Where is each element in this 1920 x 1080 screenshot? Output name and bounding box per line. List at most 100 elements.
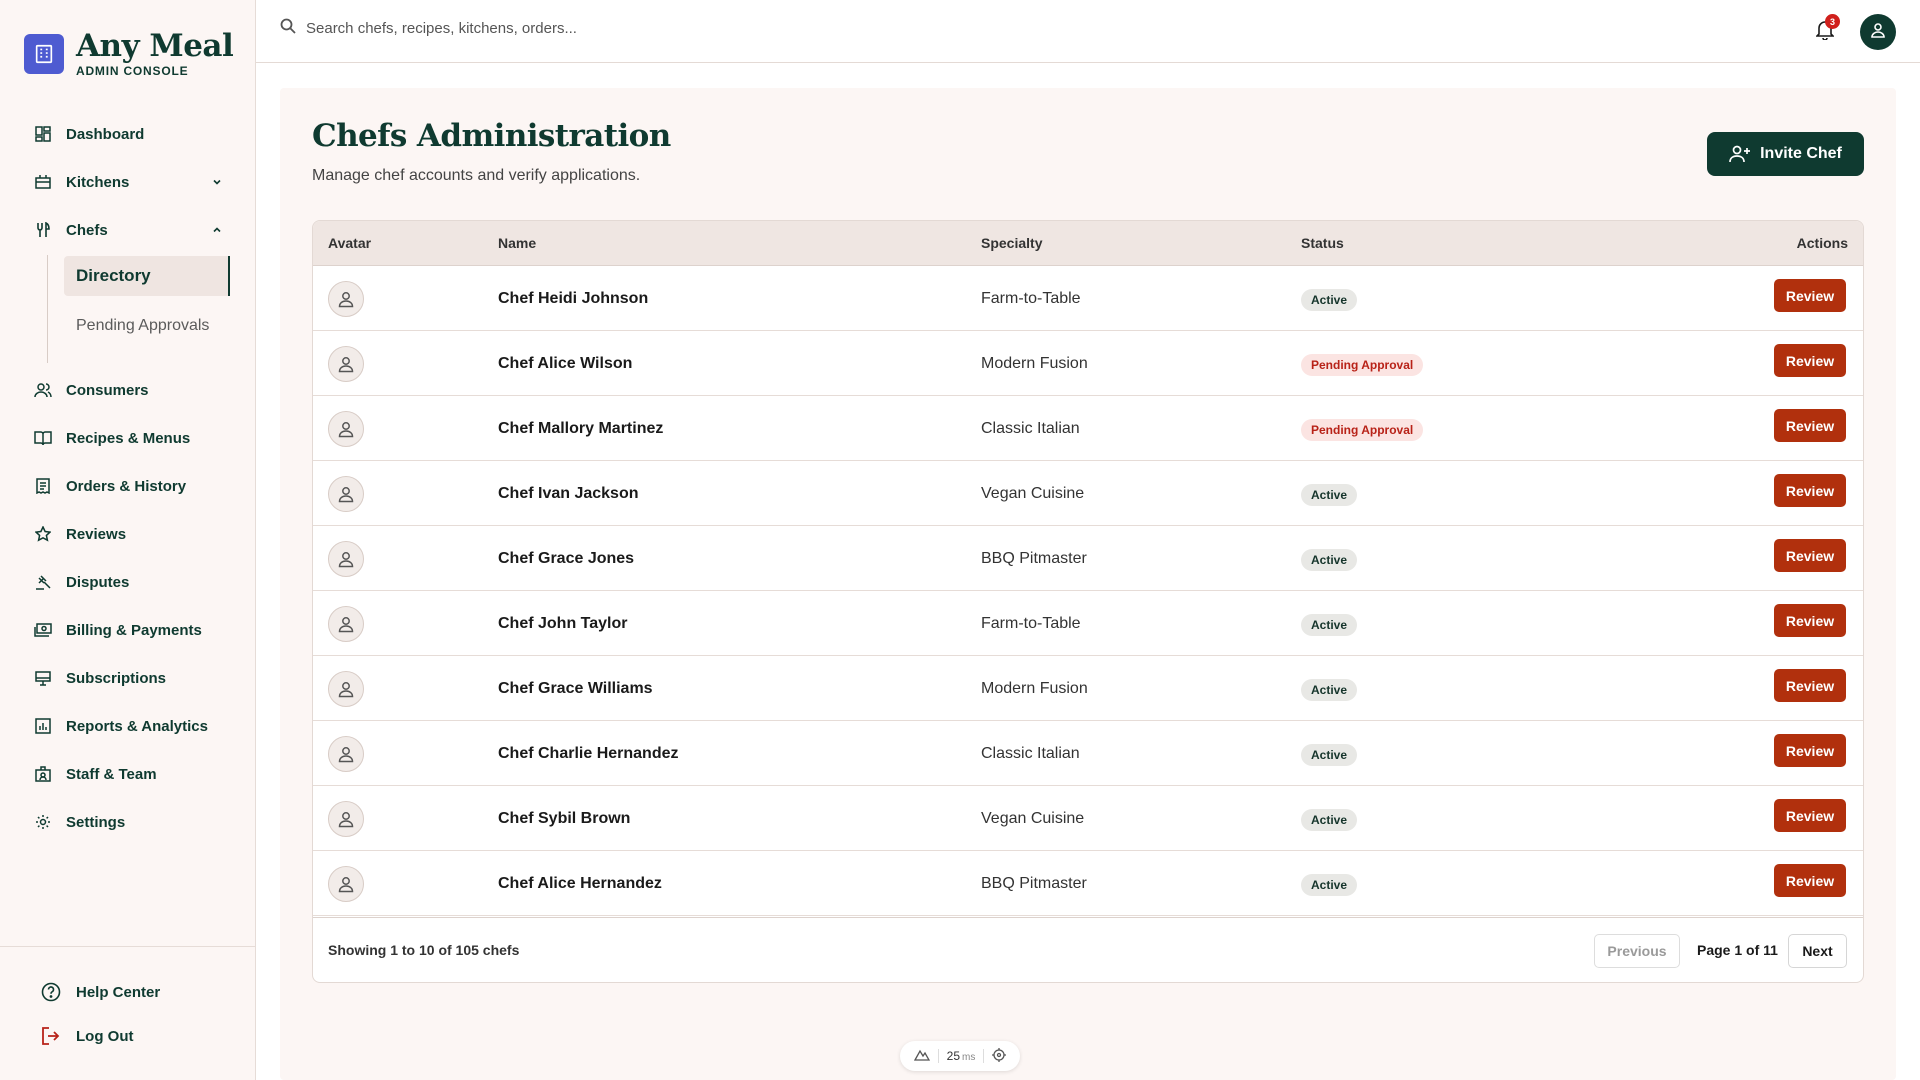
column-header-avatar: Avatar [328, 235, 372, 251]
review-button[interactable]: Review [1774, 474, 1846, 507]
status-badge: Active [1301, 484, 1358, 506]
utensils-icon [34, 221, 52, 239]
notification-count-badge: 3 [1825, 14, 1840, 29]
chef-name: Chef Sybil Brown [498, 810, 631, 827]
review-button[interactable]: Review [1774, 279, 1846, 312]
sidebar-item-label: Disputes [66, 573, 130, 591]
chef-name: Chef Charlie Hernandez [498, 745, 679, 762]
add-user-icon [1729, 145, 1751, 163]
sidebar: Any Meal ADMIN CONSOLE Dashboard Kitchen… [0, 0, 256, 1080]
review-button[interactable]: Review [1774, 604, 1846, 637]
sidebar-item-label: Consumers [66, 381, 149, 399]
chef-specialty: Farm-to-Table [981, 290, 1081, 307]
performance-indicator: 25 ms [900, 1041, 1020, 1071]
sidebar-item-reports[interactable]: Reports & Analytics [34, 706, 224, 746]
sidebar-item-reviews[interactable]: Reviews [34, 514, 224, 554]
chefs-table: Avatar Name Specialty Status Actions Che… [312, 220, 1864, 983]
chef-name: Chef Ivan Jackson [498, 485, 639, 502]
table-row: Chef Mallory Martinez Classic Italian Pend… [313, 396, 1863, 461]
sidebar-item-label: Kitchens [66, 173, 130, 191]
sidebar-item-dashboard[interactable]: Dashboard [34, 114, 224, 154]
page-indicator: Page 1 of 11 [1697, 942, 1778, 958]
help-center-link[interactable]: Help Center [40, 981, 160, 1003]
column-header-status: Status [1301, 235, 1344, 251]
brand[interactable]: Any Meal ADMIN CONSOLE [24, 28, 234, 78]
sidebar-item-label: Staff & Team [66, 765, 157, 783]
chart-icon [34, 717, 52, 735]
latency-value: 25 [946, 1049, 960, 1063]
column-header-actions: Actions [1796, 235, 1848, 251]
table-row: Chef Heidi Johnson Farm-to-Table Active Rev… [313, 266, 1863, 331]
chevron-up-icon [210, 223, 224, 237]
sidebar-item-label: Chefs [66, 221, 108, 239]
table-row: Chef Charlie Hernandez Classic Italian Act… [313, 721, 1863, 786]
person-icon [338, 617, 354, 633]
search-icon [280, 18, 296, 39]
search-bar [280, 18, 680, 39]
status-badge: Active [1301, 614, 1358, 636]
sidebar-item-orders[interactable]: Orders & History [34, 466, 224, 506]
search-input[interactable] [306, 20, 666, 37]
users-icon [34, 381, 52, 399]
badge-icon [34, 765, 52, 783]
review-button[interactable]: Review [1774, 409, 1846, 442]
chef-name: Chef Alice Hernandez [498, 875, 662, 892]
divider [983, 1049, 985, 1063]
status-badge: Active [1301, 874, 1358, 896]
chef-avatar [328, 541, 364, 577]
logout-link[interactable]: Log Out [40, 1025, 133, 1047]
chef-specialty: Vegan Cuisine [981, 485, 1085, 502]
chef-specialty: BBQ Pitmaster [981, 875, 1087, 892]
person-icon [338, 812, 354, 828]
sidebar-item-disputes[interactable]: Disputes [34, 562, 224, 602]
sidebar-item-kitchens[interactable]: Kitchens [34, 162, 224, 202]
invite-chef-button[interactable]: Invite Chef [1707, 132, 1864, 176]
chef-name: Chef John Taylor [498, 615, 628, 632]
review-button[interactable]: Review [1774, 734, 1846, 767]
latency-unit: ms [962, 1052, 976, 1063]
sidebar-item-staff[interactable]: Staff & Team [34, 754, 224, 794]
person-icon [338, 552, 354, 568]
sidebar-item-billing[interactable]: Billing & Payments [34, 610, 224, 650]
chef-name: Chef Grace Williams [498, 680, 653, 697]
table-row: Chef Ivan Jackson Vegan Cuisine Active Revi… [313, 461, 1863, 526]
chef-specialty: BBQ Pitmaster [981, 550, 1087, 567]
chef-avatar [328, 281, 364, 317]
help-icon [40, 981, 62, 1003]
sidebar-item-recipes[interactable]: Recipes & Menus [34, 418, 224, 458]
review-button[interactable]: Review [1774, 344, 1846, 377]
target-icon[interactable] [992, 1047, 1007, 1065]
person-icon [338, 877, 354, 893]
page-title: Chefs Administration [312, 118, 671, 154]
chef-avatar [328, 476, 364, 512]
sidebar-subitem-pending-approvals[interactable]: Pending Approvals [64, 306, 230, 346]
status-badge: Active [1301, 679, 1358, 701]
previous-page-button[interactable]: Previous [1594, 934, 1680, 968]
chef-avatar [328, 866, 364, 902]
invite-chef-label: Invite Chef [1760, 145, 1842, 162]
gavel-icon [34, 573, 52, 591]
main-content: Chefs Administration Manage chef account… [280, 88, 1896, 1080]
latency-readout: 25 ms [947, 1049, 976, 1063]
sidebar-item-subscriptions[interactable]: Subscriptions [34, 658, 224, 698]
notifications-button[interactable]: 3 [1811, 14, 1840, 46]
status-badge: Active [1301, 549, 1358, 571]
sidebar-item-chefs[interactable]: Chefs [34, 210, 224, 250]
review-button[interactable]: Review [1774, 864, 1846, 897]
brand-name: Any Meal [76, 28, 234, 64]
next-page-button[interactable]: Next [1788, 934, 1847, 968]
book-icon [34, 429, 52, 447]
user-avatar[interactable] [1860, 14, 1896, 50]
sidebar-subitem-directory[interactable]: Directory [64, 256, 230, 296]
sidebar-item-consumers[interactable]: Consumers [34, 370, 224, 410]
sidebar-item-settings[interactable]: Settings [34, 802, 224, 842]
person-icon [338, 682, 354, 698]
divider [937, 1049, 939, 1063]
chef-name: Chef Alice Wilson [498, 355, 633, 372]
person-icon [338, 357, 354, 373]
review-button[interactable]: Review [1774, 799, 1846, 832]
review-button[interactable]: Review [1774, 669, 1846, 702]
person-icon [338, 747, 354, 763]
dashboard-icon [34, 125, 52, 143]
review-button[interactable]: Review [1774, 539, 1846, 572]
